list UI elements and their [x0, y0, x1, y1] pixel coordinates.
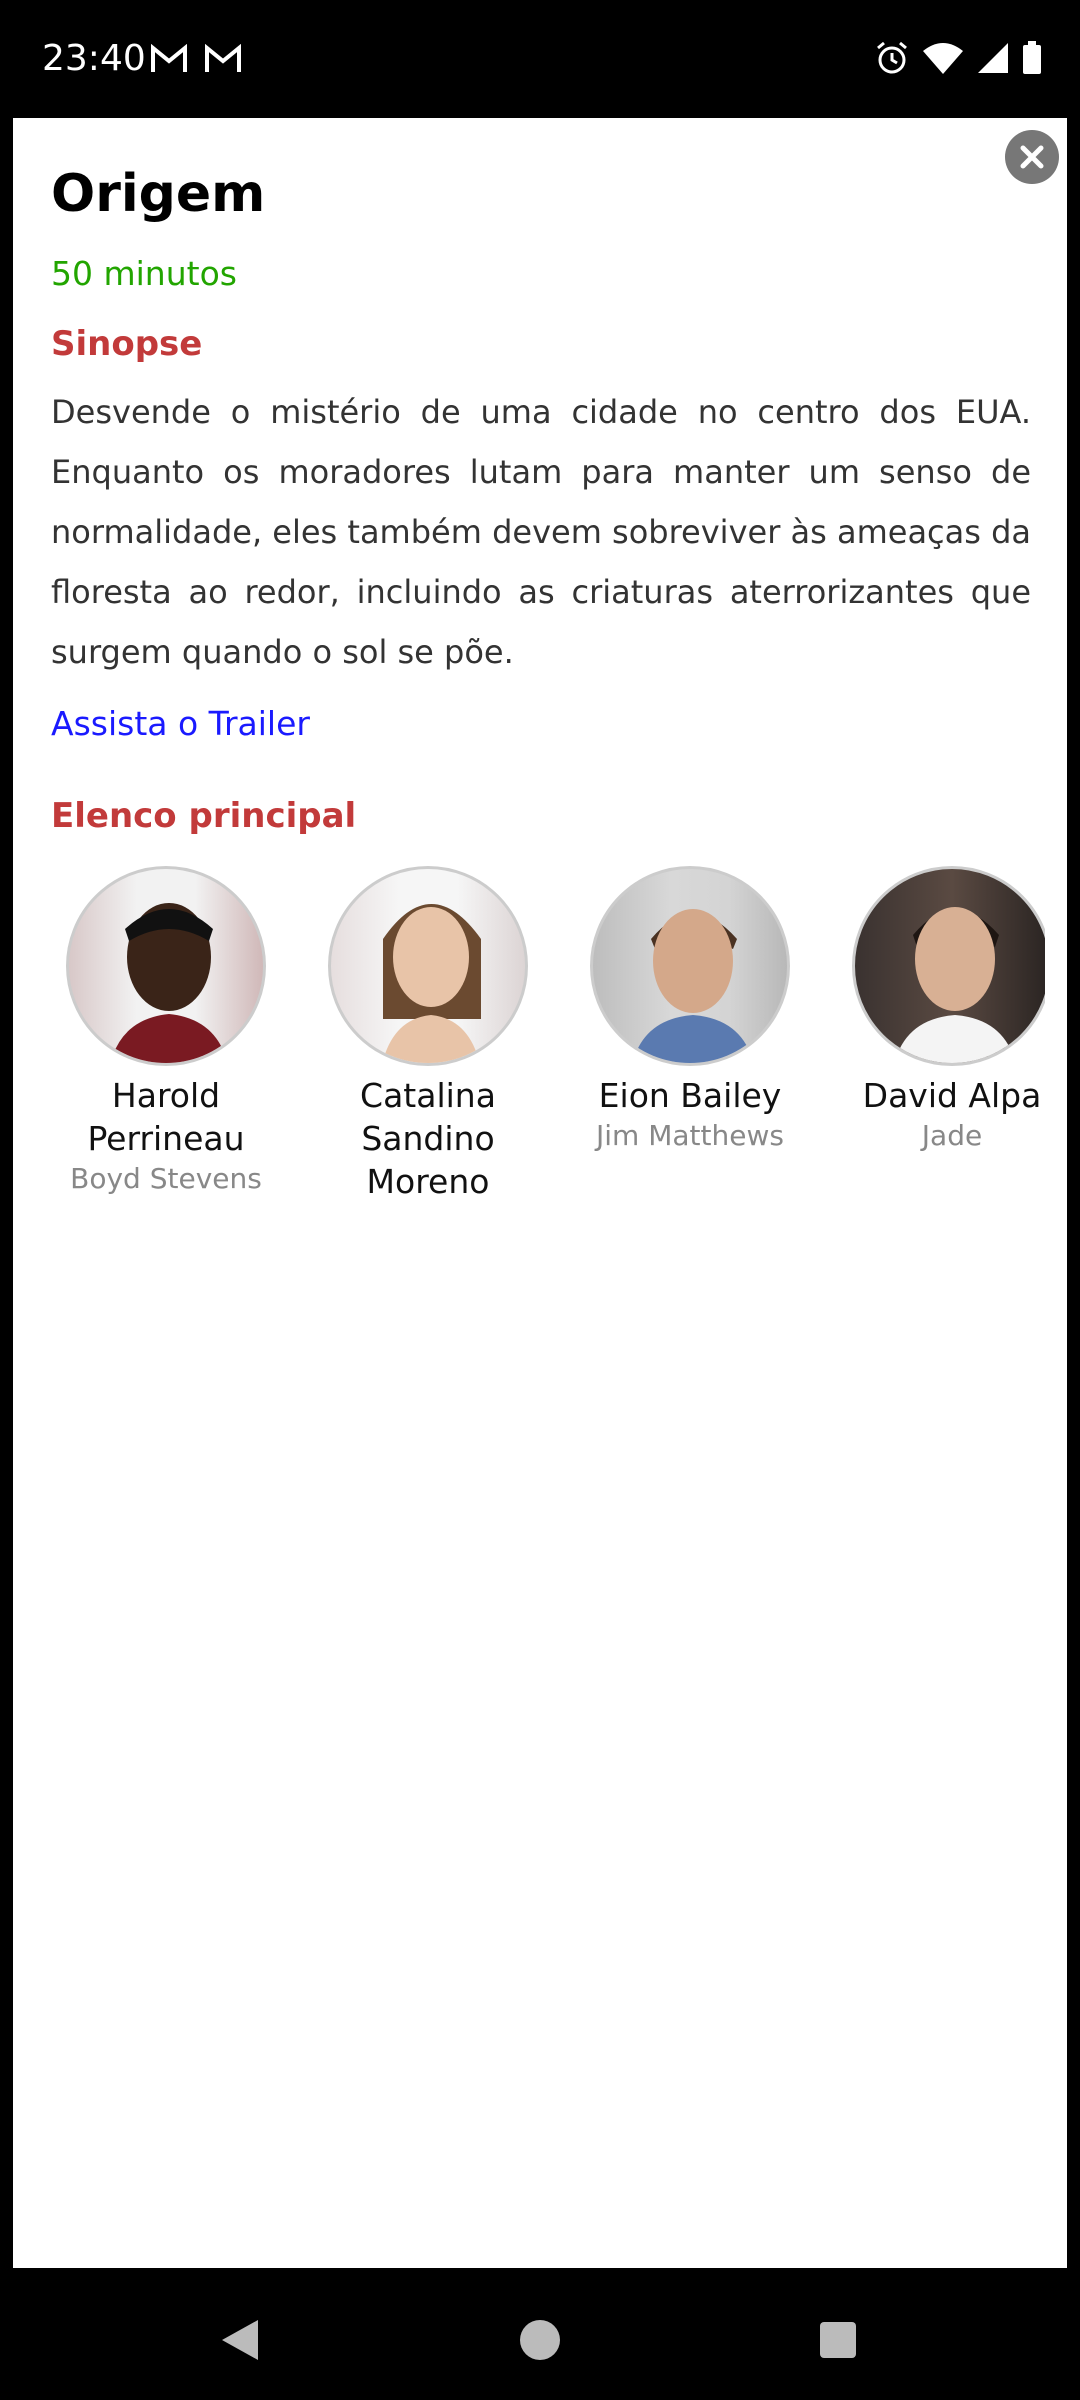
cast-member[interactable]: David Alpa Jade — [837, 866, 1045, 1152]
actor-photo — [590, 866, 790, 1066]
cast-member[interactable]: Harold Perrineau Boyd Stevens — [51, 866, 281, 1195]
wifi-icon — [923, 43, 963, 74]
cast-member[interactable]: Catalina Sandino Moreno — [313, 866, 543, 1203]
synopsis-heading: Sinopse — [51, 324, 203, 364]
actor-photo — [328, 866, 528, 1066]
actor-name: Eion Bailey — [598, 1076, 782, 1115]
page-title: Origem — [51, 164, 266, 224]
back-icon[interactable] — [218, 2302, 262, 2378]
signal-icon — [978, 43, 1008, 73]
alarm-icon — [877, 41, 907, 74]
home-icon[interactable] — [500, 2302, 580, 2378]
cast-member[interactable]: Eion Bailey Jim Matthews — [575, 866, 805, 1152]
character-name: Jim Matthews — [596, 1119, 784, 1152]
actor-name: David Alpa — [862, 1076, 1042, 1115]
actor-photo — [66, 866, 266, 1066]
character-name: Boyd Stevens — [70, 1162, 262, 1195]
duration-text: 50 minutos — [51, 254, 237, 293]
status-time: 23:40 — [42, 38, 146, 79]
character-name: Jade — [921, 1119, 983, 1152]
cast-heading: Elenco principal — [51, 796, 357, 836]
synopsis-text: Desvende o mistério de uma cidade no cen… — [51, 393, 1032, 671]
close-button[interactable] — [1005, 130, 1059, 184]
close-icon — [1020, 145, 1044, 169]
gmail-icon — [151, 44, 187, 72]
gmail-icon — [205, 44, 241, 72]
status-bar: 23:40 — [0, 0, 1080, 118]
battery-icon — [1023, 41, 1041, 74]
watch-trailer-link[interactable]: Assista o Trailer — [51, 704, 310, 743]
actor-name: Catalina Sandino Moreno — [360, 1076, 496, 1201]
recents-icon[interactable] — [800, 2302, 876, 2378]
actor-name: Harold Perrineau — [87, 1076, 245, 1158]
series-details-modal: Origem 50 minutos Sinopse Desvende o mis… — [13, 118, 1067, 2268]
navigation-bar — [0, 2280, 1080, 2400]
actor-photo — [852, 866, 1045, 1066]
cast-carousel[interactable]: Harold Perrineau Boyd Stevens Catalina S… — [51, 866, 1045, 1246]
